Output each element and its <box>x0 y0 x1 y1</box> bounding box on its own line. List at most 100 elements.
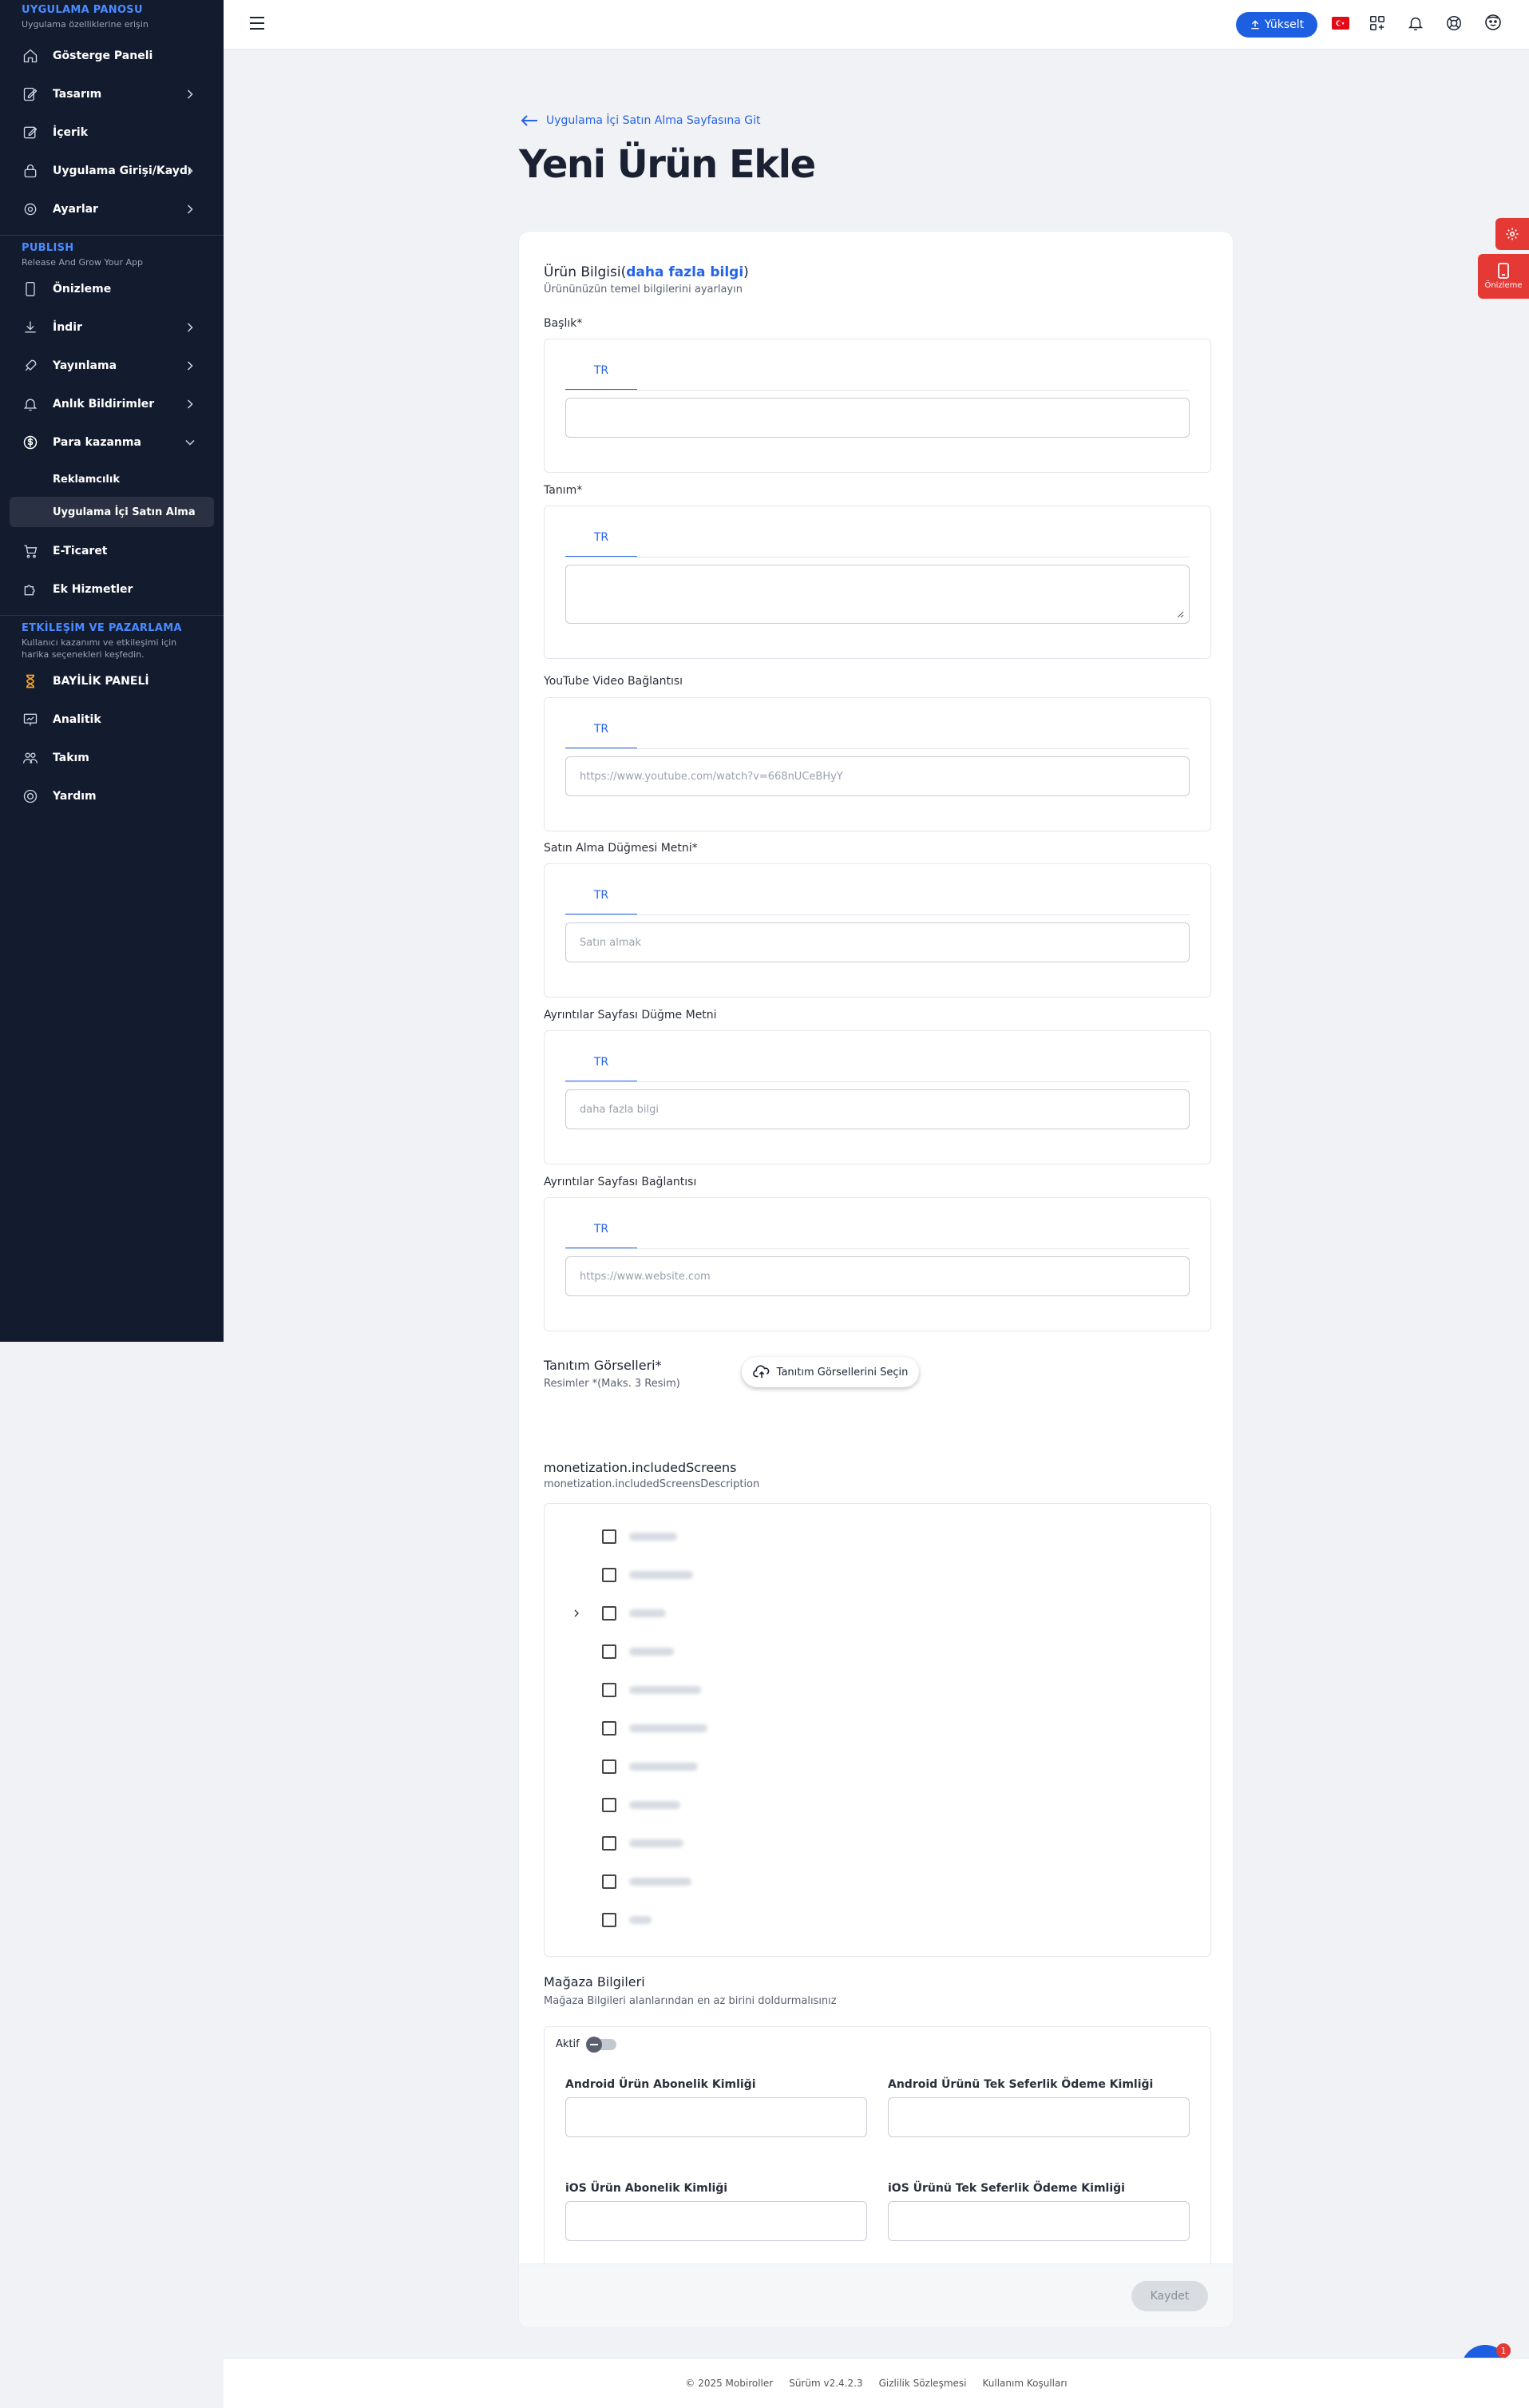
tree-item[interactable] <box>545 1671 1210 1709</box>
sidebar-item-notifications[interactable]: Anlık Bildirimler <box>0 385 224 423</box>
sidebar-item-login[interactable]: Uygulama Girişi/Kaydı <box>0 152 224 190</box>
ios-subscription-input[interactable] <box>565 2201 867 2241</box>
apps-icon[interactable] <box>1369 14 1386 32</box>
product-info-title: Ürün Bilgisi(daha fazla bilgi) <box>544 264 749 280</box>
android-subscription-input[interactable] <box>565 2097 867 2137</box>
more-info-link[interactable]: daha fazla bilgi <box>626 264 743 280</box>
tab-divider <box>565 390 1190 391</box>
resize-handle-icon <box>1177 611 1184 618</box>
sidebar-item-label: Anlık Bildirimler <box>53 398 155 411</box>
tree-item[interactable] <box>545 1747 1210 1786</box>
description-textarea[interactable] <box>565 565 1190 624</box>
avatar-icon[interactable] <box>1483 13 1503 32</box>
terms-link[interactable]: Kullanım Koşulları <box>982 2378 1067 2389</box>
sidebar-item-analytics[interactable]: Analitik <box>0 700 224 739</box>
chevron-right-icon <box>187 204 193 214</box>
tree-item[interactable] <box>545 1594 1210 1632</box>
preview-float-button[interactable]: Önizleme <box>1478 254 1529 299</box>
sidebar-subitem-iap[interactable]: Uygulama İçi Satın Alma <box>10 497 214 527</box>
help-icon <box>22 787 39 805</box>
notification-bell-icon[interactable] <box>1407 14 1424 32</box>
tree-item[interactable] <box>545 1709 1210 1747</box>
sidebar-subitem-ads[interactable]: Reklamcılık <box>0 462 224 497</box>
select-promo-images-label: Tanıtım Görsellerini Seçin <box>776 1366 909 1379</box>
design-icon <box>22 85 39 103</box>
top-bar: Yükselt <box>224 0 1529 50</box>
privacy-link[interactable]: Gizlilik Sözleşmesi <box>879 2378 967 2389</box>
sidebar-item-download[interactable]: İndir <box>0 308 224 347</box>
blurred-label <box>629 1801 680 1809</box>
checkbox[interactable] <box>602 1874 616 1889</box>
checkbox[interactable] <box>602 1836 616 1851</box>
product-form-card: Ürün Bilgisi(daha fazla bilgi) Ürününüzü… <box>518 231 1234 2328</box>
language-flag-icon[interactable] <box>1332 17 1349 30</box>
details-link-input[interactable]: https://www.website.com <box>565 1256 1190 1296</box>
sidebar-item-content[interactable]: İçerik <box>0 113 224 152</box>
sidebar-item-team[interactable]: Takım <box>0 739 224 777</box>
menu-icon[interactable] <box>249 16 265 30</box>
store-info-title: Mağaza Bilgileri <box>544 1974 645 1989</box>
title-label: Başlık* <box>544 317 583 330</box>
cart-icon <box>22 542 39 560</box>
checkbox[interactable] <box>602 1798 616 1812</box>
sidebar-item-reseller[interactable]: BAYİLİK PANELİ <box>0 662 224 700</box>
puzzle-icon <box>22 581 39 598</box>
checkbox[interactable] <box>602 1644 616 1659</box>
tab-tr[interactable]: TR <box>565 519 637 557</box>
sidebar-divider <box>0 615 224 616</box>
tree-item[interactable] <box>545 1863 1210 1901</box>
description-label: Tanım* <box>544 484 583 497</box>
tree-item[interactable] <box>545 1824 1210 1863</box>
sidebar-item-label: Ayarlar <box>53 203 98 216</box>
tab-tr[interactable]: TR <box>565 352 637 391</box>
checkbox[interactable] <box>602 1606 616 1621</box>
sidebar-item-label: Analitik <box>53 713 101 726</box>
sidebar-item-label: BAYİLİK PANELİ <box>53 675 149 688</box>
sidebar-item-preview[interactable]: Önizleme <box>0 270 224 308</box>
sidebar-item-label: Gösterge Paneli <box>53 50 153 62</box>
tree-item[interactable] <box>545 1901 1210 1939</box>
tree-item[interactable] <box>545 1556 1210 1594</box>
checkbox[interactable] <box>602 1529 616 1544</box>
sidebar-item-extra-services[interactable]: Ek Hizmetler <box>0 570 224 609</box>
checkbox[interactable] <box>602 1913 616 1927</box>
checkbox[interactable] <box>602 1568 616 1582</box>
tree-item[interactable] <box>545 1786 1210 1824</box>
ios-onetime-input[interactable] <box>888 2201 1190 2241</box>
sidebar-item-help[interactable]: Yardım <box>0 777 224 815</box>
checkbox[interactable] <box>602 1683 616 1697</box>
sidebar-item-dashboard[interactable]: Gösterge Paneli <box>0 37 224 75</box>
buy-button-input[interactable]: Satın almak <box>565 922 1190 962</box>
youtube-input[interactable]: https://www.youtube.com/watch?v=668nUCeB… <box>565 756 1190 796</box>
sidebar-item-monetization[interactable]: Para kazanma <box>0 423 224 462</box>
bell-icon <box>22 395 39 413</box>
checkbox[interactable] <box>602 1721 616 1736</box>
tree-item[interactable] <box>545 1517 1210 1556</box>
tab-tr[interactable]: TR <box>565 1211 637 1249</box>
sidebar-item-ecommerce[interactable]: E-Ticaret <box>0 532 224 570</box>
tab-tr[interactable]: TR <box>565 1044 637 1082</box>
tree-item[interactable] <box>545 1632 1210 1671</box>
back-link[interactable]: Uygulama İçi Satın Alma Sayfasına Git <box>521 114 760 127</box>
checkbox[interactable] <box>602 1759 616 1774</box>
tab-tr[interactable]: TR <box>565 711 637 749</box>
upgrade-button[interactable]: Yükselt <box>1236 12 1317 38</box>
support-icon[interactable] <box>1445 14 1463 32</box>
sidebar-item-design[interactable]: Tasarım <box>0 75 224 113</box>
select-promo-images-button[interactable]: Tanıtım Görsellerini Seçin <box>742 1357 919 1387</box>
settings-float-button[interactable] <box>1495 218 1529 250</box>
store-info-subtitle: Mağaza Bilgileri alanlarından en az biri… <box>544 1995 837 2007</box>
android-onetime-input[interactable] <box>888 2097 1190 2137</box>
details-button-input[interactable]: daha fazla bilgi <box>565 1089 1190 1129</box>
active-toggle[interactable] <box>585 2036 616 2053</box>
sidebar-item-settings[interactable]: Ayarlar <box>0 190 224 228</box>
sidebar-item-publish[interactable]: Yayınlama <box>0 347 224 385</box>
tab-tr[interactable]: TR <box>565 877 637 915</box>
edit-icon <box>22 124 39 141</box>
main-content: Uygulama İçi Satın Alma Sayfasına Git Ye… <box>224 50 1529 2358</box>
details-link-field-group: TR https://www.website.com <box>544 1197 1211 1331</box>
active-toggle-row: Aktif <box>556 2036 616 2053</box>
chevron-right-icon[interactable] <box>570 1607 583 1620</box>
save-button[interactable]: Kaydet <box>1131 2281 1208 2311</box>
title-input[interactable] <box>565 398 1190 438</box>
